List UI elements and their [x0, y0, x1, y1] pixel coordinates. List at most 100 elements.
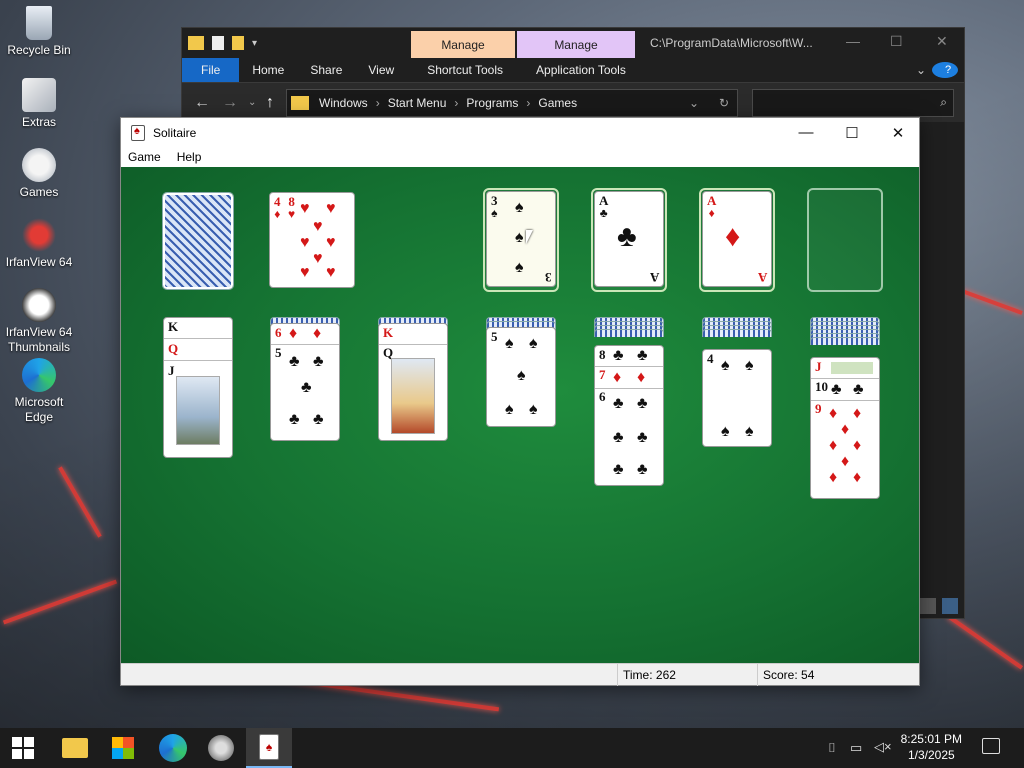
maximize-button[interactable]: ☐	[829, 118, 875, 147]
stock-pile[interactable]	[162, 192, 234, 290]
desktop-icon-recycle-bin[interactable]: Recycle Bin	[4, 6, 74, 58]
jack-artwork	[831, 362, 873, 374]
foundation-card-clubs[interactable]: A ♣ ♣ A	[594, 191, 664, 287]
start-button[interactable]	[0, 728, 46, 768]
tableau-column-7[interactable]: J 10 ♣ ♣ 9 ♦ ♦ ♦ ♦ ♦ ♦ ♦ ♦	[810, 357, 880, 499]
tab-application-tools[interactable]: Application Tools	[523, 63, 639, 77]
spade-pip: ♠	[515, 229, 524, 246]
chevron-down-icon[interactable]: ⌄	[910, 63, 932, 77]
heart-pip: ♥	[300, 200, 310, 217]
tableau-column-4[interactable]: 5 ♠ ♠ ♠ ♠ ♠	[486, 327, 556, 427]
chevron-down-icon[interactable]: ▾	[252, 38, 257, 49]
chevron-down-icon[interactable]: ⌄	[689, 96, 699, 110]
tab-home[interactable]: Home	[239, 63, 297, 77]
properties-icon[interactable]	[212, 36, 224, 50]
close-button[interactable]: ✕	[875, 118, 921, 147]
wallpaper-line	[2, 579, 118, 625]
breadcrumb-item[interactable]: Programs	[466, 96, 518, 110]
face-down-card	[594, 329, 664, 337]
foundation-card-diamonds[interactable]: A ♦ ♦ A	[702, 191, 772, 287]
panda-icon	[22, 288, 56, 322]
queen-artwork	[391, 358, 435, 434]
club-pip: ♣	[289, 353, 300, 370]
tab-manage-application[interactable]: Manage	[517, 31, 635, 58]
spade-pip: ♠	[515, 199, 524, 216]
volume-muted-icon[interactable]: ◁×	[874, 739, 892, 755]
store-icon	[112, 737, 134, 759]
card-rank: 8 ♥	[288, 194, 296, 221]
face-down-card	[702, 329, 772, 337]
tab-file[interactable]: File	[182, 58, 240, 82]
spade-pip: ♠	[505, 401, 514, 418]
card-rank: 9	[815, 401, 822, 416]
gear-icon	[208, 735, 234, 761]
help-icon[interactable]: ?	[932, 62, 964, 78]
gamepad-icon	[22, 148, 56, 182]
close-icon[interactable]: ✕	[936, 33, 948, 50]
card-rank: Q	[168, 341, 179, 356]
explorer-titlebar: ▾ Manage Manage C:\ProgramData\Microsoft…	[182, 28, 964, 58]
taskbar: ♠ ⌷ ▭ ◁× 8:25:01 PM 1/3/2025	[0, 728, 1024, 768]
menu-help[interactable]: Help	[177, 150, 202, 164]
tab-manage-shortcut[interactable]: Manage	[411, 31, 515, 58]
taskbar-store[interactable]	[100, 728, 146, 768]
menu-game[interactable]: Game	[128, 150, 161, 164]
tableau-column-6[interactable]: 4 ♠ ♠ ♠ ♠	[702, 349, 772, 447]
tableau-column-3[interactable]: K Q	[378, 323, 448, 441]
tab-share[interactable]: Share	[297, 63, 355, 77]
score-value: 54	[801, 668, 815, 682]
diamond-pip: ♦	[313, 325, 322, 342]
empty-foundation-slot[interactable]	[807, 188, 883, 292]
chevron-down-icon[interactable]: ⌄	[248, 97, 256, 108]
back-arrow-icon[interactable]: ←	[194, 94, 210, 112]
network-icon[interactable]: ▭	[850, 740, 862, 756]
notification-icon[interactable]	[982, 738, 1000, 754]
breadcrumb-item[interactable]: Windows	[319, 96, 368, 110]
club-pip: ♣	[831, 381, 842, 398]
up-arrow-icon[interactable]: ↑	[266, 94, 274, 112]
solitaire-window[interactable]: Solitaire — ☐ ✕ Game Help 4♦ 8♥ ♥ ♥ ♥ ♥ …	[120, 117, 920, 686]
large-icons-view-icon[interactable]	[942, 598, 958, 614]
minimize-button[interactable]: —	[783, 118, 829, 147]
taskbar-settings-app[interactable]	[198, 728, 244, 768]
heart-pip: ♥	[326, 234, 336, 251]
heart-pip: ♥	[313, 218, 323, 235]
diamond-pip: ♦	[829, 469, 838, 486]
tab-shortcut-tools[interactable]: Shortcut Tools	[407, 63, 523, 77]
spade-pip: ♠	[517, 367, 526, 384]
taskbar-edge[interactable]	[150, 728, 196, 768]
game-board[interactable]: 4 ♦ 8 ♥ ♥ ♥ ♥ ♥ ♥ ♥ ♥ ♥ 3 ♠ ♠ ♠ ♠ 3 A ♣ ♣ A …	[121, 167, 919, 663]
desktop-icon-irfanview[interactable]: IrfanView 64	[4, 218, 74, 270]
usb-icon[interactable]: ⌷	[828, 740, 836, 756]
waste-pile[interactable]: 4 ♦ 8 ♥ ♥ ♥ ♥ ♥ ♥ ♥ ♥ ♥	[269, 192, 355, 288]
card-rank: 6	[599, 389, 606, 404]
tableau-column-5[interactable]: 8 ♣ ♣ 7 ♦ ♦ 6 ♣ ♣ ♣ ♣ ♣ ♣	[594, 345, 664, 486]
desktop-icon-edge[interactable]: Microsoft Edge	[4, 358, 74, 425]
refresh-icon[interactable]: ↻	[719, 96, 729, 110]
club-pip: ♣	[613, 347, 624, 364]
minimize-icon[interactable]: —	[846, 33, 860, 49]
tableau-column-1[interactable]: K Q J	[163, 317, 233, 458]
desktop-icon-irfanview-thumbnails[interactable]: IrfanView 64 Thumbnails	[4, 288, 74, 355]
folder-icon	[188, 36, 204, 50]
tableau-column-2[interactable]: 6 ♦ ♦ 5 ♣ ♣ ♣ ♣ ♣	[270, 323, 340, 441]
forward-arrow-icon[interactable]: →	[222, 94, 238, 112]
address-bar[interactable]: Windows › Start Menu › Programs › Games ⌄ ↻	[286, 89, 738, 117]
details-view-icon[interactable]	[920, 598, 936, 614]
tab-view[interactable]: View	[355, 63, 407, 77]
maximize-icon[interactable]: ☐	[890, 33, 903, 50]
desktop-icon-games[interactable]: Games	[4, 148, 74, 200]
desktop-icon-extras[interactable]: Extras	[4, 78, 74, 130]
card-rank: 8	[599, 347, 606, 362]
diamond-pip: ♦	[289, 325, 298, 342]
breadcrumb-item[interactable]: Start Menu	[388, 96, 447, 110]
breadcrumb-item[interactable]: Games	[538, 96, 577, 110]
foundation-card-spades[interactable]: 3 ♠ ♠ ♠ ♠ 3	[486, 191, 556, 287]
taskbar-file-explorer[interactable]	[52, 728, 98, 768]
search-input[interactable]: ⌕	[752, 89, 954, 117]
chevron-right-icon: ›	[375, 96, 380, 110]
spade-pip: ♠	[505, 335, 514, 352]
new-folder-icon[interactable]	[232, 36, 244, 50]
taskbar-solitaire[interactable]: ♠	[246, 728, 292, 768]
clock[interactable]: 8:25:01 PM 1/3/2025	[901, 731, 962, 763]
